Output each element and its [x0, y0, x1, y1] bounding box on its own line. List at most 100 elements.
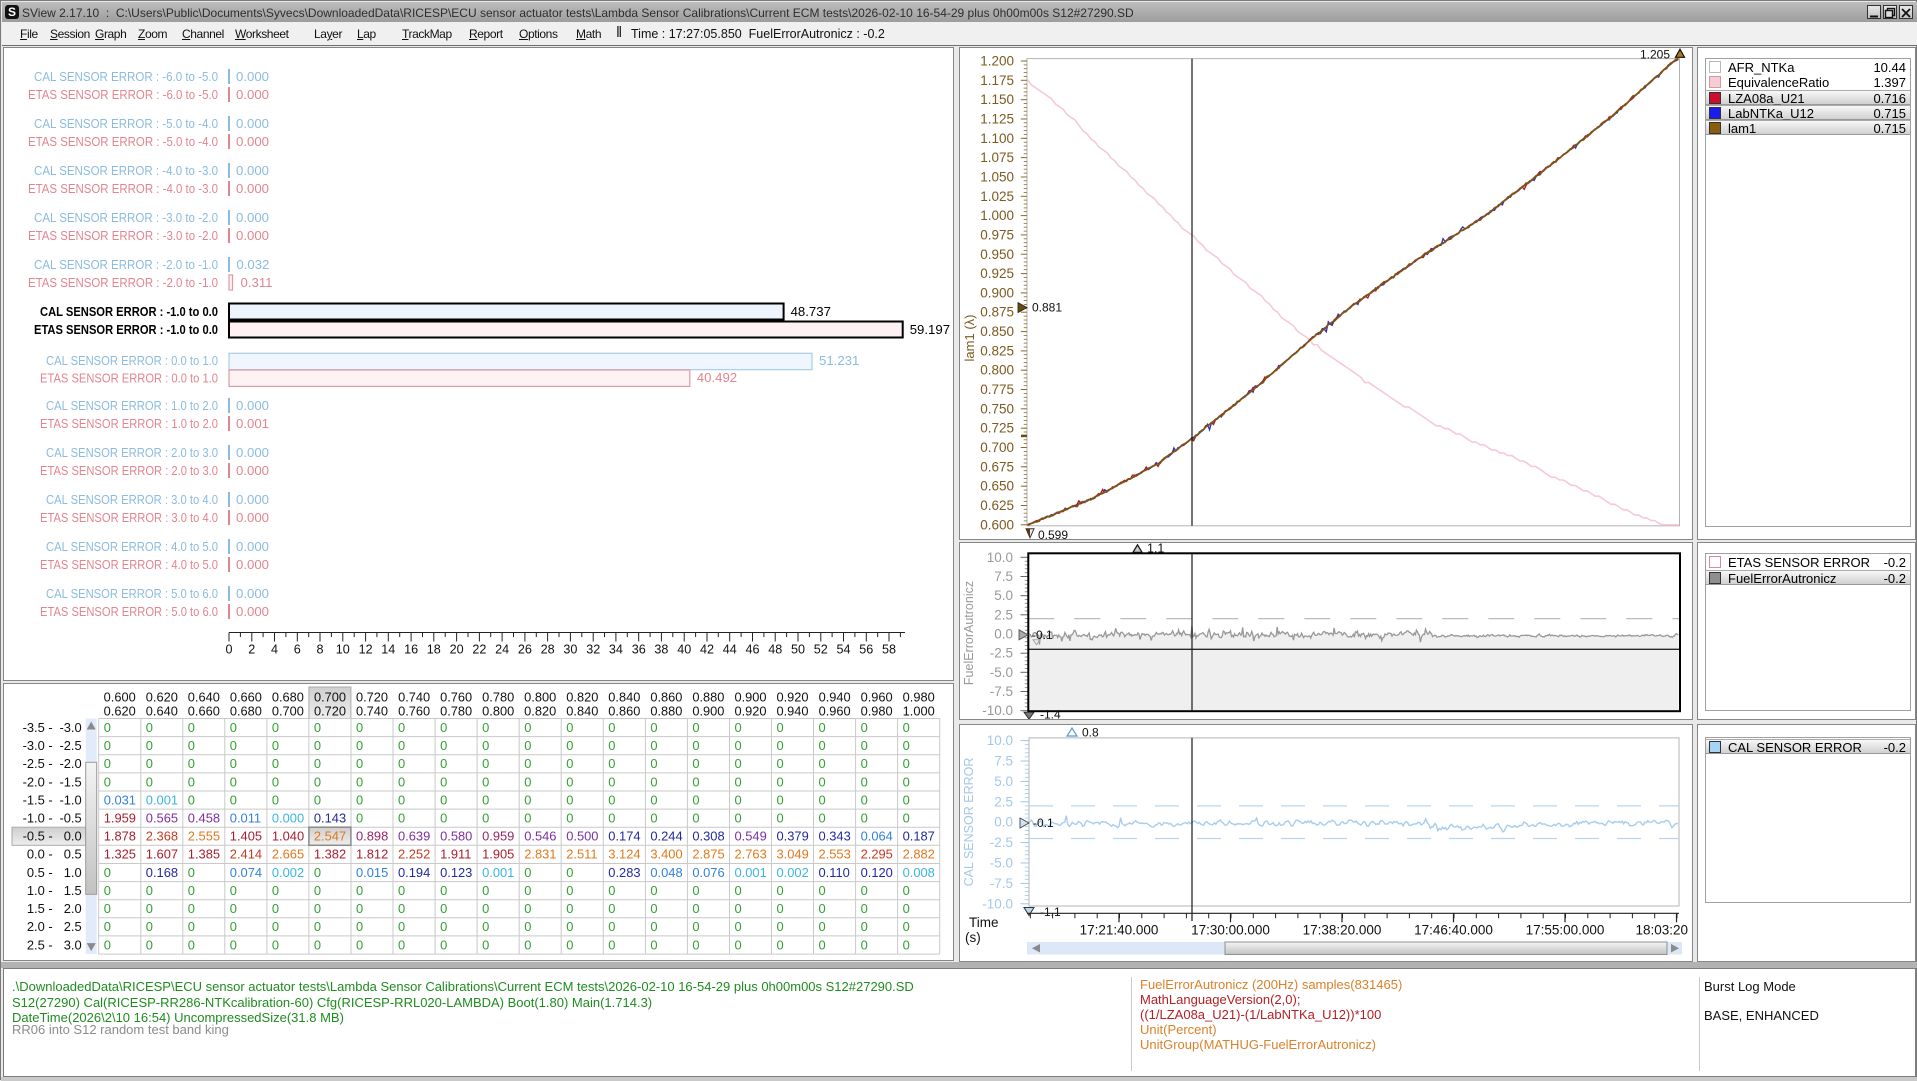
svg-text:1.125: 1.125	[980, 112, 1014, 127]
svg-text:-3.0: -3.0	[59, 720, 81, 735]
svg-text:0.565: 0.565	[146, 811, 178, 826]
svg-text:0.546: 0.546	[524, 829, 556, 844]
svg-text:2.252: 2.252	[398, 847, 430, 862]
svg-text:0.120: 0.120	[861, 865, 893, 880]
svg-text:Time: Time	[969, 915, 999, 930]
svg-text:17:38:20.000: 17:38:20.000	[1303, 923, 1382, 938]
svg-text:0: 0	[104, 937, 111, 952]
svg-text:2.665: 2.665	[272, 847, 304, 862]
svg-text:3.400: 3.400	[650, 847, 682, 862]
svg-text:0: 0	[314, 901, 321, 916]
svg-text:0: 0	[356, 919, 363, 934]
svg-text:0: 0	[650, 756, 657, 771]
svg-text:0: 0	[692, 756, 699, 771]
svg-text:0.640: 0.640	[146, 704, 178, 719]
svg-text:0.620: 0.620	[104, 704, 136, 719]
svg-text:0: 0	[482, 756, 489, 771]
svg-text:FuelErrorAutronicz: FuelErrorAutronicz	[962, 581, 976, 685]
svg-text:0: 0	[819, 937, 826, 952]
svg-text:0: 0	[272, 901, 279, 916]
svg-text:0: 0	[356, 756, 363, 771]
svg-text:0.880: 0.880	[692, 690, 724, 705]
svg-text:6: 6	[294, 643, 301, 657]
svg-text:0: 0	[482, 937, 489, 952]
svg-text:0: 0	[272, 774, 279, 789]
svg-text:-3.5 -: -3.5 -	[23, 720, 53, 735]
svg-text:0: 0	[188, 883, 195, 898]
svg-text:0: 0	[903, 919, 910, 934]
svg-text:0: 0	[650, 937, 657, 952]
svg-text:34: 34	[609, 643, 623, 657]
svg-text:20: 20	[450, 643, 464, 657]
svg-text:0.000: 0.000	[236, 228, 269, 243]
svg-text:0: 0	[566, 919, 573, 934]
svg-text:0.311: 0.311	[241, 275, 273, 290]
svg-text:0: 0	[440, 756, 447, 771]
svg-text:ETAS SENSOR ERROR : -3.0 to -2: ETAS SENSOR ERROR : -3.0 to -2.0	[28, 228, 218, 243]
svg-text:54: 54	[836, 643, 850, 657]
svg-text:59.197: 59.197	[910, 322, 950, 337]
svg-text:0: 0	[524, 738, 531, 753]
svg-text:CAL SENSOR ERROR : 5.0 to 6.0: CAL SENSOR ERROR : 5.0 to 6.0	[46, 586, 218, 601]
svg-text:1.0: 1.0	[64, 865, 82, 880]
svg-text:0: 0	[314, 774, 321, 789]
svg-text:0: 0	[146, 937, 153, 952]
svg-text:0.123: 0.123	[440, 865, 472, 880]
svg-text:1.200: 1.200	[980, 54, 1014, 69]
svg-text:0.725: 0.725	[980, 421, 1014, 436]
svg-text:5.0: 5.0	[994, 774, 1013, 789]
svg-text:17:21:40.000: 17:21:40.000	[1080, 923, 1159, 938]
svg-text:38: 38	[654, 643, 668, 657]
svg-text:-1.1: -1.1	[1040, 905, 1061, 919]
svg-text:0.143: 0.143	[314, 811, 346, 826]
svg-text:0: 0	[146, 919, 153, 934]
svg-text:0: 0	[188, 738, 195, 753]
svg-text:0.0: 0.0	[994, 627, 1013, 642]
svg-text:0.960: 0.960	[861, 690, 893, 705]
svg-text:36: 36	[632, 643, 646, 657]
svg-text:18:03:20: 18:03:20	[1635, 923, 1688, 938]
svg-text:0: 0	[482, 774, 489, 789]
svg-text:40: 40	[677, 643, 691, 657]
svg-text:0: 0	[524, 756, 531, 771]
svg-text:2.882: 2.882	[903, 847, 935, 862]
svg-text:0: 0	[188, 937, 195, 952]
svg-text:0: 0	[146, 720, 153, 735]
svg-text:0.110: 0.110	[819, 865, 850, 880]
svg-text:-1.0 -: -1.0 -	[23, 811, 53, 826]
svg-text:2: 2	[248, 643, 255, 657]
svg-text:0: 0	[777, 919, 784, 934]
svg-text:lam1 (λ): lam1 (λ)	[962, 315, 977, 362]
svg-text:0.800: 0.800	[980, 363, 1014, 378]
svg-text:0: 0	[861, 883, 868, 898]
svg-text:50: 50	[791, 643, 805, 657]
svg-text:0.000: 0.000	[236, 398, 269, 413]
svg-text:0.500: 0.500	[566, 829, 598, 844]
svg-text:0: 0	[608, 792, 615, 807]
svg-text:2.763: 2.763	[735, 847, 767, 862]
svg-text:2.5: 2.5	[64, 919, 82, 934]
svg-text:0.343: 0.343	[819, 829, 851, 844]
svg-text:40.492: 40.492	[697, 370, 737, 385]
svg-text:1.5: 1.5	[64, 883, 82, 898]
svg-text:48.737: 48.737	[791, 304, 831, 319]
svg-text:0.5 -: 0.5 -	[27, 865, 53, 880]
svg-text:0: 0	[314, 720, 321, 735]
svg-text:0.008: 0.008	[903, 865, 935, 880]
svg-text:0: 0	[903, 883, 910, 898]
svg-text:0: 0	[608, 738, 615, 753]
svg-text:-7.5: -7.5	[990, 684, 1013, 699]
svg-text:0: 0	[524, 792, 531, 807]
svg-text:0.898: 0.898	[356, 829, 388, 844]
svg-text:2.5: 2.5	[994, 794, 1013, 809]
svg-text:0: 0	[692, 811, 699, 826]
svg-text:0: 0	[314, 756, 321, 771]
svg-text:0: 0	[524, 901, 531, 916]
svg-text:0: 0	[650, 919, 657, 934]
svg-text:ETAS SENSOR ERROR : 1.0 to 2.0: ETAS SENSOR ERROR : 1.0 to 2.0	[40, 416, 218, 431]
svg-text:-1.5: -1.5	[59, 774, 81, 789]
svg-text:0: 0	[272, 883, 279, 898]
svg-text:0.700: 0.700	[272, 704, 304, 719]
svg-text:0.780: 0.780	[440, 704, 472, 719]
svg-text:0.920: 0.920	[734, 704, 766, 719]
